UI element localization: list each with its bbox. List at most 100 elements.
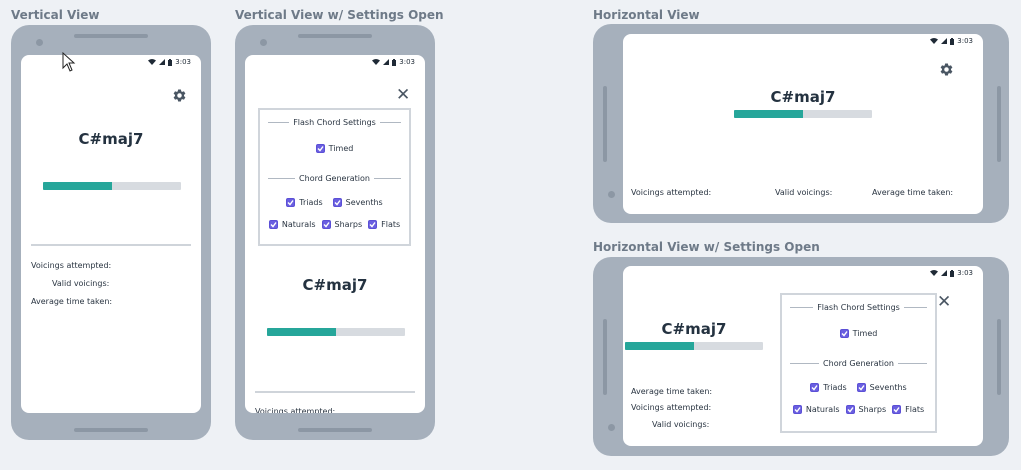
- phone-speaker: [603, 86, 607, 162]
- chord-progress-bar: [625, 342, 763, 350]
- phone-speaker: [74, 34, 148, 38]
- flash-chord-settings-heading: Flash Chord Settings: [782, 303, 935, 312]
- phone-camera: [36, 39, 43, 46]
- progress-fill: [43, 182, 112, 190]
- naturals-sharps-flats-row: Naturals Sharps Flats: [782, 405, 935, 414]
- stat-voicings-attempted: Voicings attempted:: [631, 403, 712, 412]
- gear-icon[interactable]: [172, 88, 187, 103]
- checkbox-checked-icon: [332, 198, 342, 207]
- settings-panel: Flash Chord Settings Timed Chord Generat…: [780, 293, 937, 433]
- signal-icon: [941, 38, 948, 44]
- stat-valid-voicings: Valid voicings:: [652, 420, 710, 429]
- close-icon[interactable]: ✕: [396, 87, 410, 104]
- horizontal-phone: 3:03 C#maj7 Voicings attempted: Valid vo…: [593, 24, 1009, 223]
- flats-checkbox[interactable]: Flats: [368, 220, 400, 229]
- wifi-icon: [930, 38, 939, 44]
- battery-icon: [950, 37, 955, 45]
- progress-fill: [734, 110, 803, 118]
- stat-average-time: Average time taken:: [872, 188, 954, 197]
- vertical-screen: 3:03 C#maj7 Voicings attempted: Valid vo…: [21, 55, 201, 413]
- horizontal-view-label: Horizontal View: [593, 8, 700, 22]
- vertical-view-label: Vertical View: [11, 8, 100, 22]
- chord-progress-bar: [43, 182, 181, 190]
- timed-checkbox[interactable]: Timed: [315, 144, 353, 153]
- timed-row: Timed: [782, 329, 935, 338]
- gear-icon[interactable]: [939, 62, 954, 77]
- chord-name: C#maj7: [770, 88, 836, 106]
- divider: [31, 244, 191, 246]
- horizontal-settings-screen: 3:03 C#maj7 Average time taken: Voicings…: [623, 266, 983, 446]
- stat-valid-voicings: Valid voicings:: [775, 188, 833, 197]
- flash-chord-settings-heading: Flash Chord Settings: [260, 118, 409, 127]
- stat-average-time: Average time taken:: [31, 297, 113, 306]
- signal-icon: [383, 59, 390, 65]
- mouse-cursor-icon: [62, 52, 76, 72]
- battery-icon: [950, 269, 955, 277]
- vertical-settings-view-label: Vertical View w/ Settings Open: [235, 8, 444, 22]
- checkbox-checked-icon: [892, 405, 902, 414]
- checkbox-checked-icon: [839, 329, 849, 338]
- chord-name: C#maj7: [302, 276, 368, 294]
- chord-generation-heading: Chord Generation: [782, 359, 935, 368]
- status-bar: 3:03: [930, 269, 973, 277]
- progress-fill: [625, 342, 694, 350]
- phone-camera: [608, 424, 615, 431]
- battery-icon: [168, 58, 173, 66]
- timed-checkbox[interactable]: Timed: [839, 329, 877, 338]
- flats-checkbox[interactable]: Flats: [892, 405, 924, 414]
- wifi-icon: [372, 59, 381, 65]
- checkbox-checked-icon: [368, 220, 378, 229]
- status-time: 3:03: [957, 269, 973, 277]
- wifi-icon: [930, 270, 939, 276]
- phone-home-bar: [74, 428, 148, 432]
- chord-progress-bar: [734, 110, 872, 118]
- status-time: 3:03: [175, 58, 191, 66]
- sharps-checkbox[interactable]: Sharps: [321, 220, 362, 229]
- triads-checkbox[interactable]: Triads: [810, 383, 847, 392]
- timed-row: Timed: [260, 144, 409, 153]
- sharps-checkbox[interactable]: Sharps: [845, 405, 886, 414]
- status-time: 3:03: [399, 58, 415, 66]
- close-icon[interactable]: ✕: [937, 294, 951, 311]
- chord-name: C#maj7: [78, 130, 144, 148]
- horizontal-settings-phone: 3:03 C#maj7 Average time taken: Voicings…: [593, 257, 1009, 456]
- vertical-settings-screen: 3:03 ✕ Flash Chord Settings Timed Chord …: [245, 55, 425, 413]
- phone-home-bar: [997, 319, 1001, 395]
- vertical-settings-phone: 3:03 ✕ Flash Chord Settings Timed Chord …: [235, 25, 435, 440]
- checkbox-checked-icon: [792, 405, 802, 414]
- checkbox-checked-icon: [856, 383, 866, 392]
- wifi-icon: [148, 59, 157, 65]
- vertical-phone: 3:03 C#maj7 Voicings attempted: Valid vo…: [11, 25, 211, 440]
- signal-icon: [941, 270, 948, 276]
- chord-generation-heading: Chord Generation: [260, 174, 409, 183]
- chord-progress-bar: [267, 328, 405, 336]
- phone-home-bar: [997, 86, 1001, 162]
- sevenths-checkbox[interactable]: Sevenths: [332, 198, 383, 207]
- checkbox-checked-icon: [810, 383, 820, 392]
- checkbox-checked-icon: [315, 144, 325, 153]
- status-bar: 3:03: [930, 37, 973, 45]
- progress-fill: [267, 328, 336, 336]
- phone-camera: [608, 191, 615, 198]
- status-time: 3:03: [957, 37, 973, 45]
- stat-average-time: Average time taken:: [631, 387, 713, 396]
- naturals-sharps-flats-row: Naturals Sharps Flats: [260, 220, 409, 229]
- horizontal-screen: 3:03 C#maj7 Voicings attempted: Valid vo…: [623, 34, 983, 214]
- settings-panel: Flash Chord Settings Timed Chord Generat…: [258, 108, 411, 246]
- checkbox-checked-icon: [268, 220, 278, 229]
- triads-sevenths-row: Triads Sevenths: [260, 198, 409, 207]
- triads-checkbox[interactable]: Triads: [286, 198, 323, 207]
- status-bar: 3:03: [148, 58, 191, 66]
- horizontal-settings-view-label: Horizontal View w/ Settings Open: [593, 240, 820, 254]
- checkbox-checked-icon: [321, 220, 331, 229]
- stat-voicings-attempted: Voicings attempted:: [631, 188, 712, 197]
- naturals-checkbox[interactable]: Naturals: [268, 220, 316, 229]
- battery-icon: [392, 58, 397, 66]
- triads-sevenths-row: Triads Sevenths: [782, 383, 935, 392]
- sevenths-checkbox[interactable]: Sevenths: [856, 383, 907, 392]
- status-bar: 3:03: [372, 58, 415, 66]
- stat-voicings-attempted: Voicings attempted:: [31, 261, 112, 270]
- phone-home-bar: [298, 428, 372, 432]
- stat-voicings-attempted: Voicings attempted:: [255, 407, 336, 413]
- naturals-checkbox[interactable]: Naturals: [792, 405, 840, 414]
